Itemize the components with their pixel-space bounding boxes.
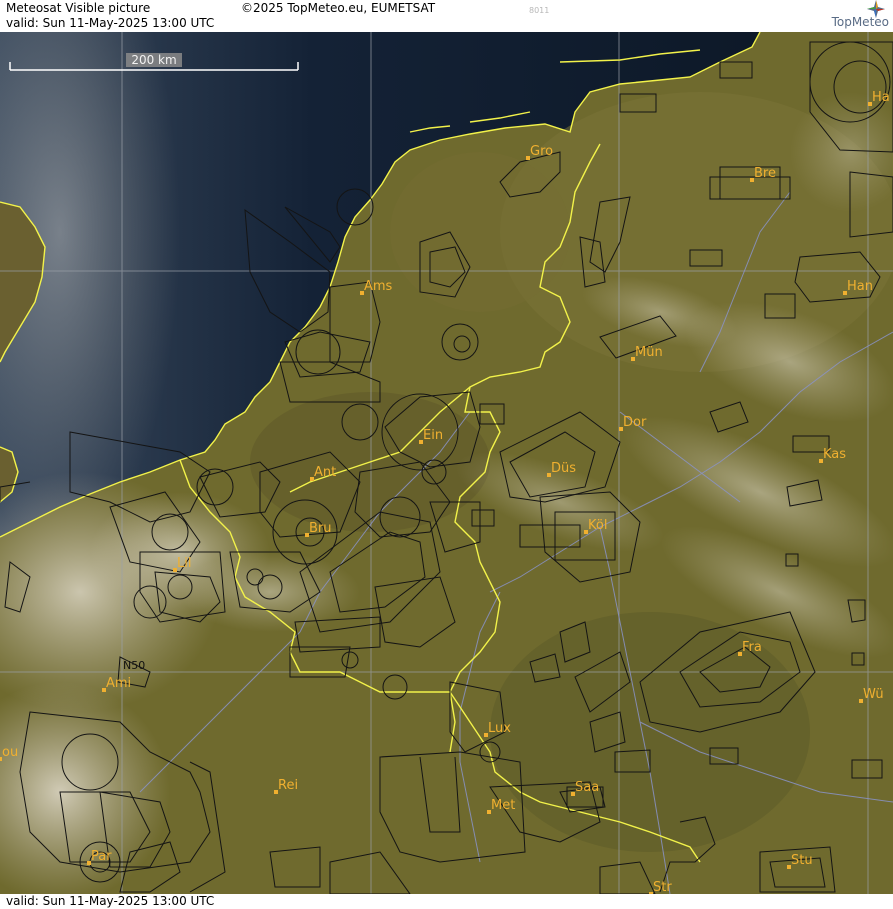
city-label: Köl (588, 518, 607, 533)
city-label: Fra (742, 640, 762, 655)
latitude-label: N50 (123, 659, 145, 672)
city-label: ou (2, 745, 18, 760)
valid-time: valid: Sun 11-May-2025 13:00 UTC (6, 16, 215, 30)
city-label: Lux (488, 721, 511, 736)
city-label: Kas (823, 447, 846, 462)
city-label: Wü (863, 687, 884, 702)
city-label: Düs (551, 461, 576, 476)
city-label: Bre (754, 166, 776, 181)
city-label: Saa (575, 780, 599, 795)
city-label: Rei (278, 778, 298, 793)
city-marker: Fra (738, 640, 762, 656)
city-label: Ant (314, 465, 336, 480)
city-label: Gro (530, 144, 553, 159)
city-marker: Wü (859, 687, 884, 703)
city-marker: Par (87, 849, 112, 865)
header-bar: Meteosat Visible picture ©2025 TopMeteo.… (0, 0, 893, 32)
satellite-map[interactable]: 200 km N50 Gro Bre Ha Ams Han Mün Ein Dor Ant Düs… (0, 32, 893, 894)
logo-text: TopMeteo (831, 15, 889, 29)
scale-label: 200 km (131, 53, 176, 67)
city-label: Bru (309, 521, 332, 536)
topmeteo-logo[interactable]: TopMeteo (789, 0, 889, 31)
city-marker: Stu (787, 853, 813, 869)
city-marker: Kas (819, 447, 846, 463)
city-marker: Ha (868, 90, 890, 106)
city-label: Lil (177, 556, 191, 571)
city-marker: Düs (547, 461, 576, 477)
footer-bar: valid: Sun 11-May-2025 13:00 UTC (0, 894, 893, 909)
copyright-text: ©2025 TopMeteo.eu, EUMETSAT (241, 1, 436, 15)
picture-title: Meteosat Visible picture (6, 1, 151, 15)
city-label: Mün (635, 345, 663, 360)
city-marker: Bre (750, 166, 776, 182)
city-marker: Ein (419, 428, 443, 444)
city-marker: Han (843, 279, 873, 295)
city-marker: Mün (631, 345, 663, 361)
city-marker: ou (0, 745, 18, 761)
city-label: Ami (106, 676, 131, 691)
city-marker: Bru (305, 521, 332, 537)
city-label: Stu (791, 853, 813, 868)
city-marker: Ami (102, 676, 131, 692)
city-label: Met (491, 798, 515, 813)
city-marker: Ams (360, 279, 393, 295)
city-label: Ein (423, 428, 443, 443)
city-label: Ha (872, 90, 890, 105)
city-marker: Str (649, 880, 672, 894)
city-marker: Saa (571, 780, 599, 796)
city-label: Par (91, 849, 112, 864)
city-marker: Ant (310, 465, 336, 481)
city-label: Dor (623, 415, 647, 430)
city-marker: Dor (619, 415, 647, 431)
map-canvas: 200 km N50 Gro Bre Ha Ams Han Mün Ein Dor Ant Düs… (0, 32, 893, 894)
city-marker: Lux (484, 721, 511, 737)
city-label: Str (653, 880, 672, 894)
city-marker: Köl (584, 518, 607, 534)
land-shade (490, 612, 810, 852)
city-marker: Rei (274, 778, 298, 794)
city-marker: Met (487, 798, 515, 814)
picture-code: 8011 (529, 6, 550, 15)
city-marker: Gro (526, 144, 553, 160)
footer-valid-time: valid: Sun 11-May-2025 13:00 UTC (6, 894, 215, 908)
city-label: Ams (364, 279, 393, 294)
city-label: Han (847, 279, 873, 294)
